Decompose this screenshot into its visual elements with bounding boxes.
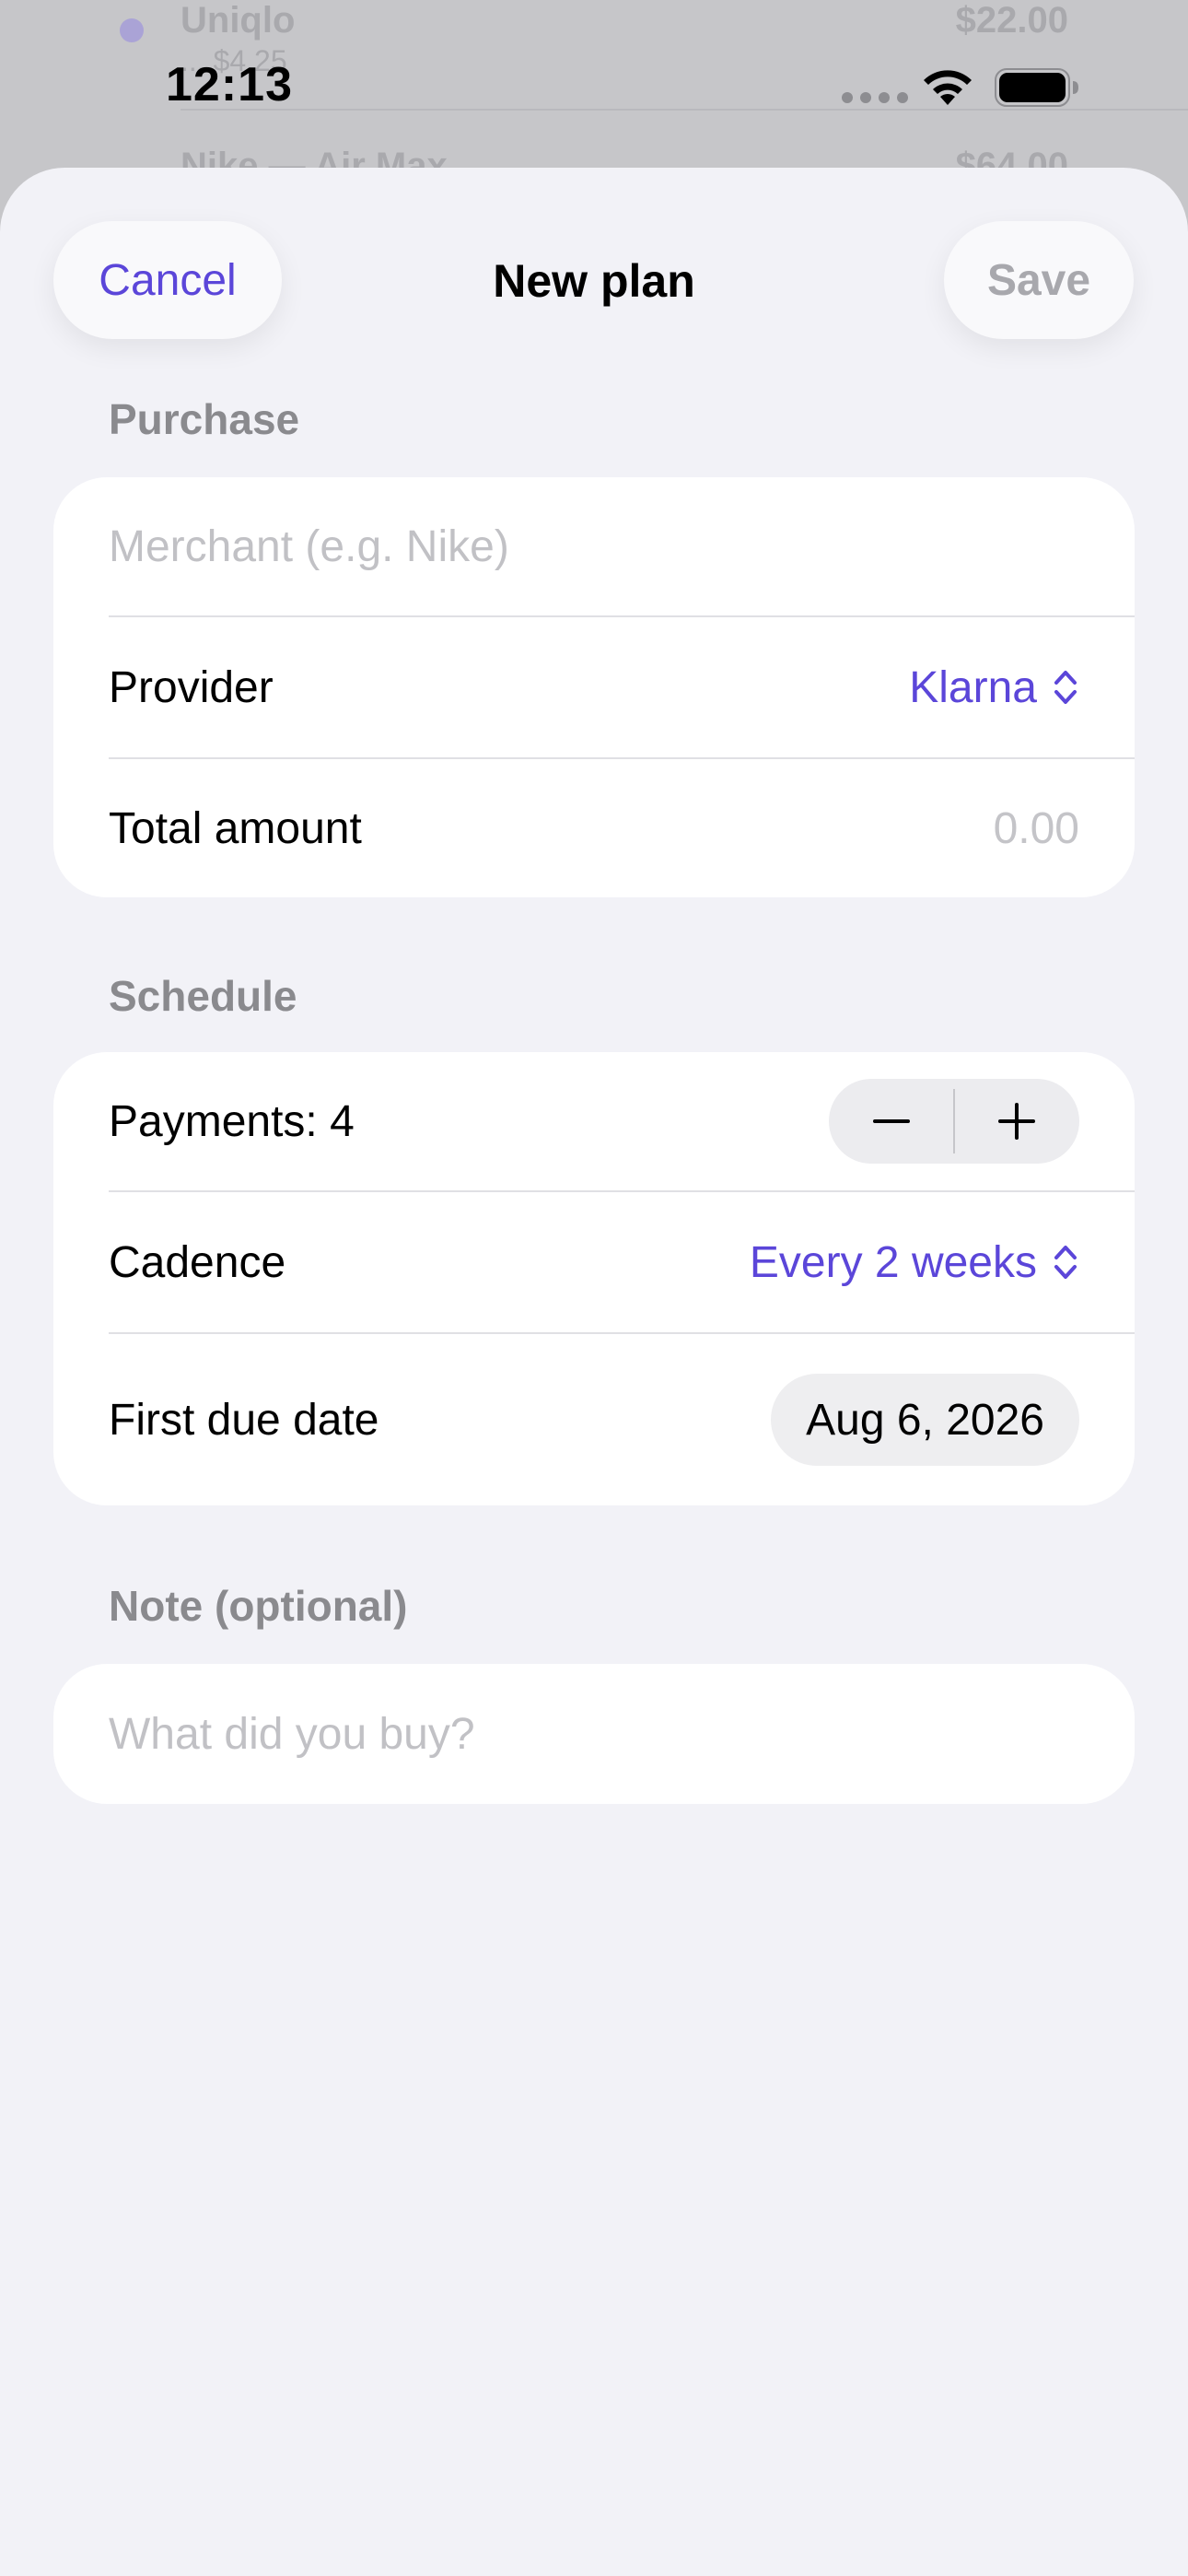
cadence-label: Cadence — [109, 1237, 286, 1287]
first-due-date-label: First due date — [109, 1395, 379, 1445]
status-bar: 12:13 — [0, 0, 1188, 166]
status-time: 12:13 — [166, 58, 293, 111]
note-section-header: Note (optional) — [109, 1582, 408, 1630]
purchase-card: Merchant (e.g. Nike) Provider Klarna Tot… — [53, 477, 1135, 897]
wifi-icon — [924, 70, 972, 105]
new-plan-sheet: Cancel New plan Save Purchase Merchant (… — [0, 168, 1188, 2576]
schedule-section-header: Schedule — [109, 972, 297, 1020]
total-amount-input[interactable]: 0.00 — [994, 803, 1079, 854]
schedule-card: Payments: 4 Cadence Every 2 weeks First … — [53, 1052, 1135, 1505]
note-input-placeholder: What did you buy? — [109, 1709, 475, 1759]
minus-icon — [872, 1119, 910, 1123]
provider-value: Klarna — [909, 662, 1037, 712]
note-card: What did you buy? — [53, 1664, 1135, 1804]
merchant-field[interactable]: Merchant (e.g. Nike) — [53, 477, 1135, 615]
cadence-value: Every 2 weeks — [749, 1237, 1037, 1287]
merchant-input-placeholder: Merchant (e.g. Nike) — [109, 521, 509, 571]
increment-button[interactable] — [955, 1079, 1079, 1164]
cadence-picker[interactable]: Every 2 weeks — [750, 1237, 1079, 1288]
payments-row: Payments: 4 — [53, 1052, 1135, 1190]
payments-stepper[interactable] — [829, 1079, 1079, 1164]
provider-label: Provider — [109, 662, 274, 712]
cadence-row: Cadence Every 2 weeks — [53, 1192, 1135, 1332]
first-due-date-row: First due date Aug 6, 2026 — [53, 1334, 1135, 1505]
total-amount-row: Total amount 0.00 — [53, 759, 1135, 897]
battery-icon — [995, 68, 1078, 107]
cellular-signal-icon — [842, 92, 908, 103]
save-button[interactable]: Save — [944, 221, 1134, 339]
provider-picker[interactable]: Klarna — [909, 662, 1079, 713]
purchase-section-header: Purchase — [109, 395, 300, 443]
payments-label: Payments: 4 — [109, 1096, 355, 1146]
provider-row: Provider Klarna — [53, 617, 1135, 757]
note-field[interactable]: What did you buy? — [53, 1664, 1135, 1804]
first-due-date-picker[interactable]: Aug 6, 2026 — [771, 1374, 1079, 1466]
decrement-button[interactable] — [829, 1079, 953, 1164]
plus-icon — [998, 1103, 1036, 1140]
chevron-up-down-icon — [1054, 1246, 1077, 1279]
total-amount-label: Total amount — [109, 803, 362, 853]
chevron-up-down-icon — [1054, 671, 1077, 704]
